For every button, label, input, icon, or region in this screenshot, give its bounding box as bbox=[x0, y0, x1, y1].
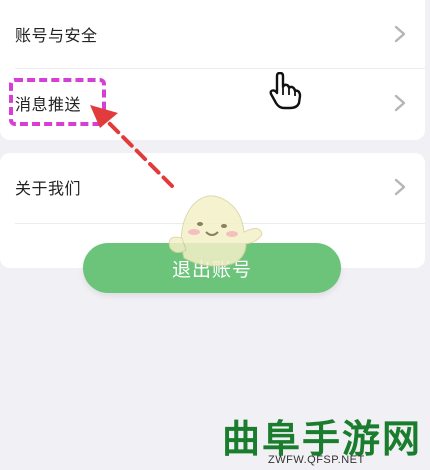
hand-pointer-icon bbox=[269, 72, 302, 110]
mascot-icon bbox=[168, 195, 263, 267]
watermark-url: ZWFW.QFSP.NET bbox=[268, 454, 365, 466]
